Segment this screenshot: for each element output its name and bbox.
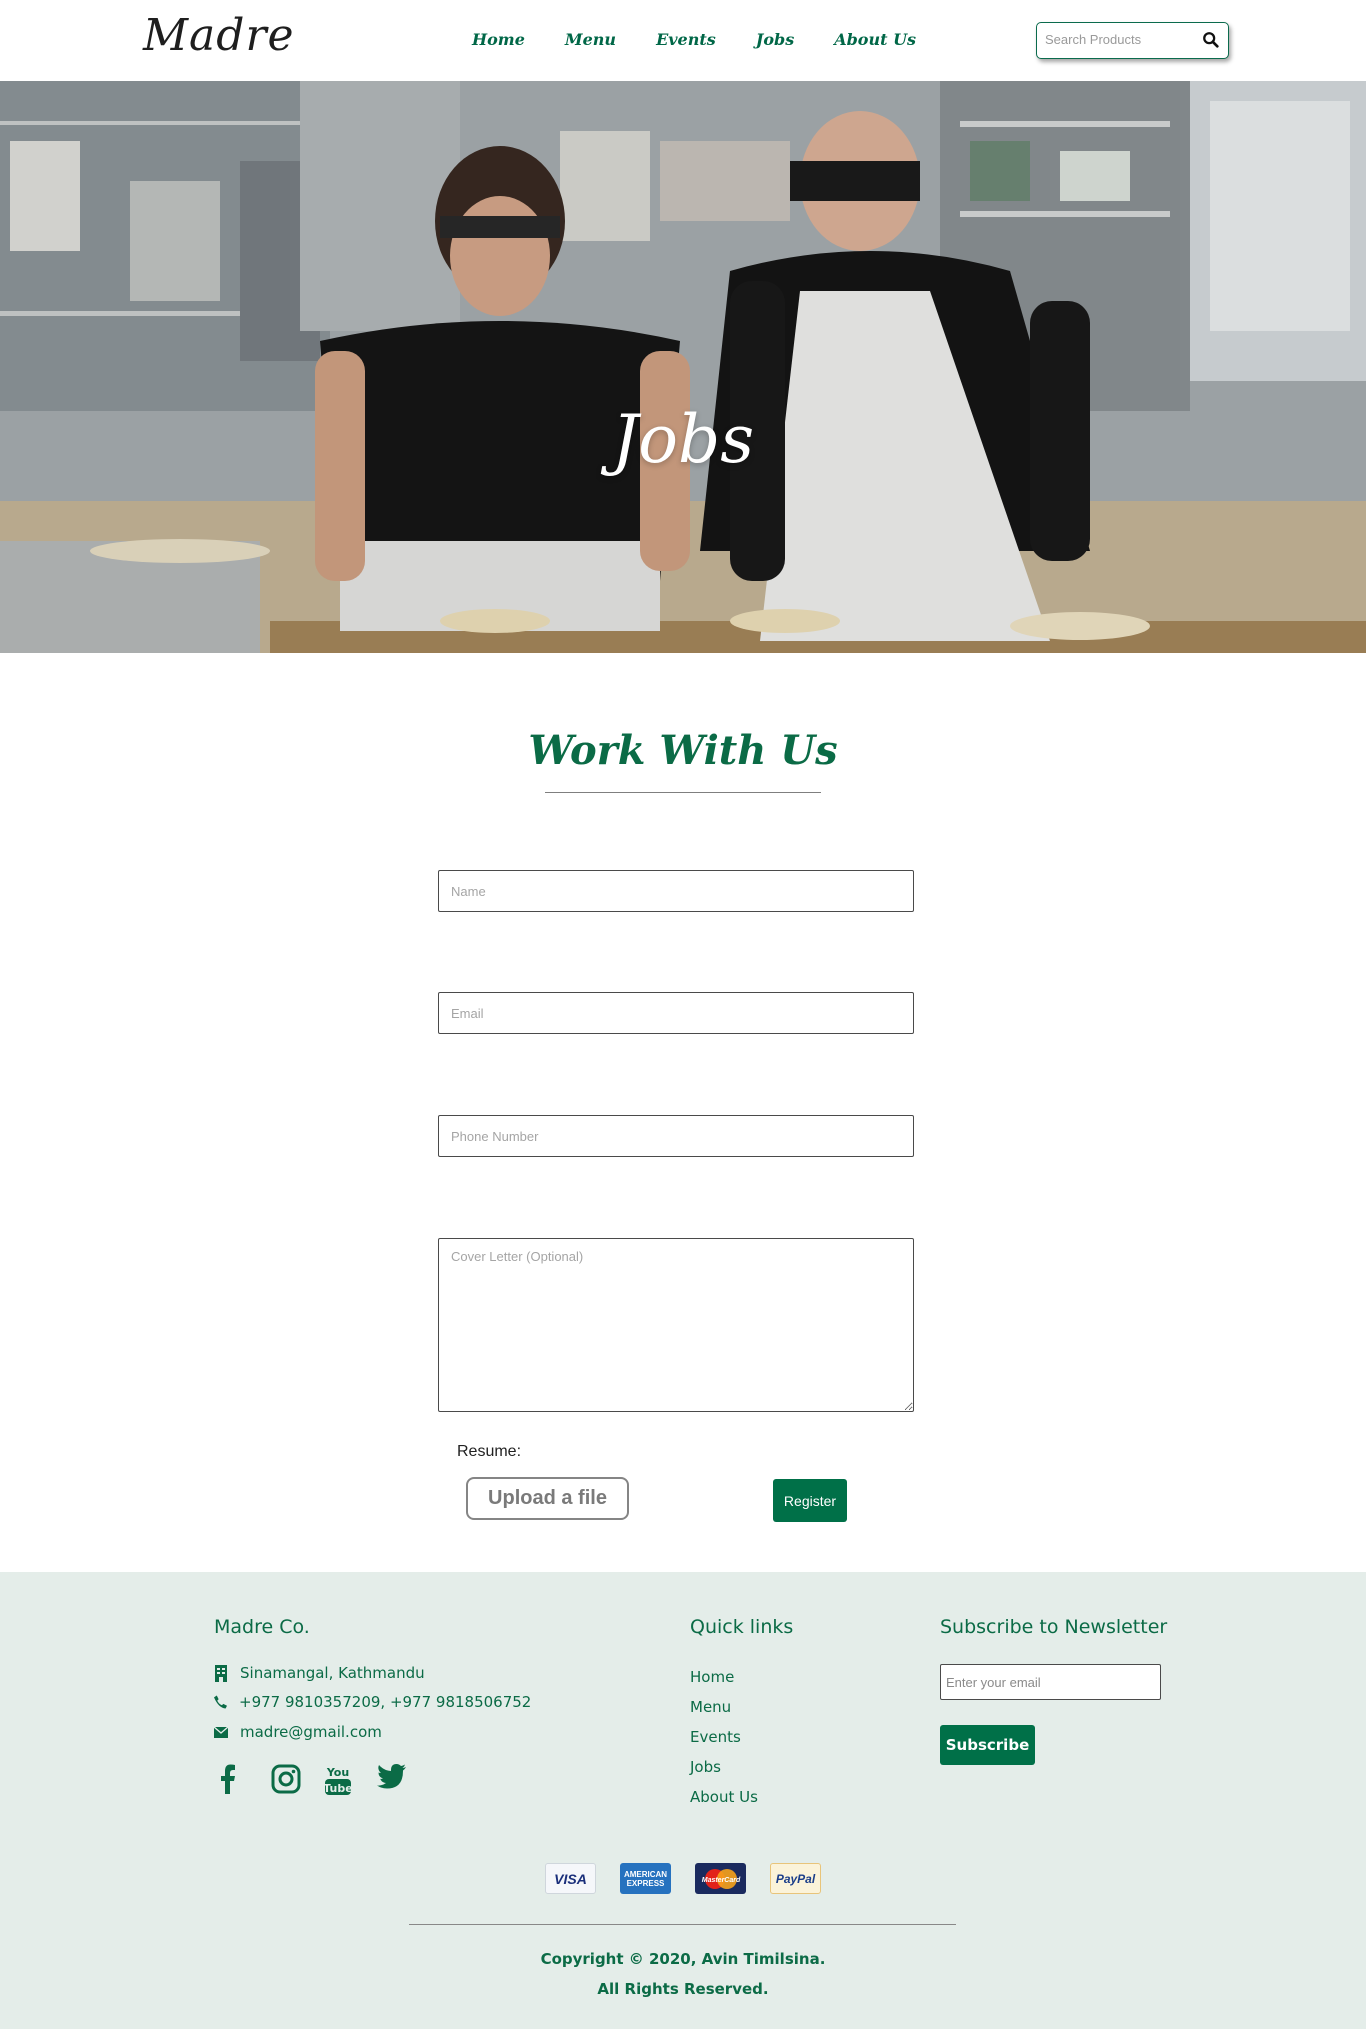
copyright: Copyright © 2020, Avin Timilsina. All Ri… <box>0 1944 1366 2004</box>
svg-text:Tube: Tube <box>324 1782 352 1795</box>
email-row: madre@gmail.com <box>214 1723 382 1741</box>
phone-field[interactable] <box>438 1115 914 1157</box>
search-box <box>1036 22 1229 59</box>
section-title: Work With Us <box>528 727 838 774</box>
payment-methods: VISA AMERICAN EXPRESS MasterCard PayPal <box>545 1863 845 1894</box>
nav-home[interactable]: Home <box>472 30 525 49</box>
hero-title: Jobs <box>611 401 755 478</box>
site-header: Madre Home Menu Events Jobs About Us <box>0 0 1366 81</box>
main-nav: Home Menu Events Jobs About Us <box>472 30 956 49</box>
email-text: madre@gmail.com <box>240 1723 382 1741</box>
hero-banner: Jobs <box>0 81 1366 653</box>
name-field[interactable] <box>438 870 914 912</box>
building-icon <box>215 1664 227 1682</box>
newsletter-heading: Subscribe to Newsletter <box>940 1616 1168 1638</box>
phone-row: +977 9810357209, +977 9818506752 <box>214 1693 531 1711</box>
svg-text:You: You <box>326 1766 349 1779</box>
social-links: You Tube <box>218 1764 430 1800</box>
upload-file-button[interactable]: Upload a file <box>466 1477 629 1520</box>
visa-card-icon: VISA <box>545 1863 596 1894</box>
site-footer: Madre Co. Sinamangal, Kathmandu +977 981… <box>0 1572 1366 2029</box>
nav-jobs[interactable]: Jobs <box>756 30 794 49</box>
site-logo[interactable]: Madre <box>143 10 295 61</box>
quick-link-about-us[interactable]: About Us <box>690 1788 758 1818</box>
resume-label: Resume: <box>457 1443 522 1460</box>
nav-menu[interactable]: Menu <box>565 30 616 49</box>
twitter-icon[interactable] <box>377 1764 430 1800</box>
subscribe-button[interactable]: Subscribe <box>940 1725 1035 1765</box>
quick-link-menu[interactable]: Menu <box>690 1698 758 1728</box>
search-icon[interactable] <box>1202 31 1220 49</box>
phone-icon <box>214 1695 227 1709</box>
quick-links-list: Home Menu Events Jobs About Us <box>690 1668 758 1818</box>
title-divider <box>545 792 821 793</box>
phone-text: +977 9810357209, +977 9818506752 <box>239 1693 532 1711</box>
rights-line: All Rights Reserved. <box>597 1980 769 1998</box>
quick-link-events[interactable]: Events <box>690 1728 758 1758</box>
hero-kitchen-image <box>0 81 1366 653</box>
search-input[interactable] <box>1045 32 1195 47</box>
copyright-line: Copyright © 2020, Avin Timilsina. <box>540 1950 826 1968</box>
amex-card-icon: AMERICAN EXPRESS <box>620 1863 671 1894</box>
email-field[interactable] <box>438 992 914 1034</box>
youtube-icon[interactable]: You Tube <box>323 1764 377 1800</box>
cover-letter-field[interactable] <box>438 1238 914 1412</box>
mastercard-icon: MasterCard <box>695 1863 746 1894</box>
address-text: Sinamangal, Kathmandu <box>240 1664 425 1682</box>
job-application-section: Work With Us Resume: Upload a file Regis… <box>0 653 1366 1572</box>
instagram-icon[interactable] <box>271 1764 324 1800</box>
register-button[interactable]: Register <box>773 1479 847 1522</box>
nav-about-us[interactable]: About Us <box>834 30 916 49</box>
footer-divider <box>409 1924 956 1925</box>
paypal-card-icon: PayPal <box>770 1863 821 1894</box>
address-row: Sinamangal, Kathmandu <box>214 1664 425 1682</box>
envelope-icon <box>214 1726 228 1738</box>
quick-links-heading: Quick links <box>690 1616 794 1638</box>
nav-events[interactable]: Events <box>656 30 716 49</box>
company-heading: Madre Co. <box>214 1616 310 1638</box>
facebook-icon[interactable] <box>218 1764 271 1800</box>
newsletter-email-input[interactable] <box>940 1664 1161 1700</box>
quick-link-home[interactable]: Home <box>690 1668 758 1698</box>
mastercard-label: MasterCard <box>701 1877 740 1884</box>
quick-link-jobs[interactable]: Jobs <box>690 1758 758 1788</box>
